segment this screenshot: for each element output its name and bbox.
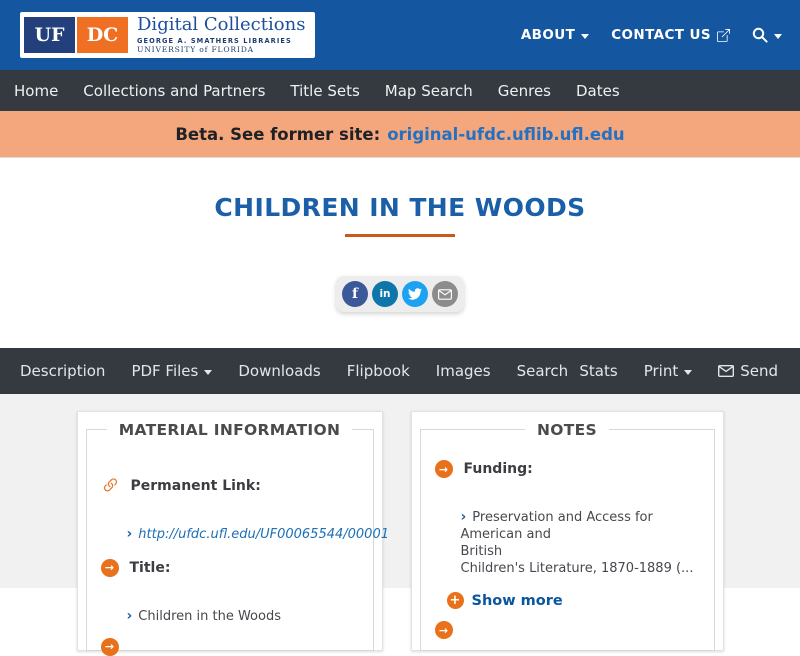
material-information-card: MATERIAL INFORMATION Permanent Link: › ht… — [76, 411, 389, 656]
logo-title: Digital Collections — [137, 13, 306, 35]
facebook-share-button[interactable]: f — [342, 281, 368, 307]
arrow-circle-icon: → — [100, 558, 119, 577]
ufdc-logo[interactable]: UF DC Digital Collections GEORGE A. SMAT… — [20, 12, 316, 58]
search-menu[interactable] — [752, 27, 782, 43]
search-icon — [752, 27, 768, 43]
contact-us-link[interactable]: CONTACT US — [611, 27, 730, 43]
title-section: CHILDREN IN THE WOODS f in — [0, 158, 800, 348]
beta-banner-text: Beta. See former site: — [175, 124, 381, 144]
twitter-share-button[interactable] — [402, 281, 428, 307]
envelope-icon — [438, 288, 452, 300]
funding-label: Funding: — [463, 461, 533, 477]
funding-value: Preservation and Access for American and… — [460, 509, 694, 576]
send-button[interactable]: Send — [718, 362, 778, 380]
stats-button[interactable]: Stats — [579, 362, 617, 380]
chain-link-icon — [101, 476, 120, 495]
print-menu[interactable]: Print — [644, 362, 693, 380]
content-area: MATERIAL INFORMATION Permanent Link: › ht… — [0, 394, 800, 656]
arrow-circle-icon: → — [434, 621, 453, 640]
site-header: UF DC Digital Collections GEORGE A. SMAT… — [0, 0, 800, 70]
toolbar-right-group: Stats Print Send — [579, 362, 778, 380]
title-value: Children in the Woods — [138, 608, 281, 624]
tab-description[interactable]: Description — [20, 362, 105, 380]
nav-item-map-search[interactable]: Map Search — [385, 82, 473, 100]
material-information-panel: MATERIAL INFORMATION Permanent Link: › ht… — [85, 421, 389, 656]
permanent-link-value-row: › http://ufdc.ufl.edu/UF00065544/00001 — [101, 508, 390, 544]
toolbar-left-group: Description PDF Files Downloads Flipbook… — [20, 362, 568, 380]
title-value-row: › Children in the Woods — [101, 590, 363, 626]
external-link-icon — [717, 28, 730, 42]
former-site-link[interactable]: original-ufdc.uflib.ufl.edu — [387, 125, 624, 144]
social-share-bar: f in — [336, 276, 464, 312]
nav-item-title-sets[interactable]: Title Sets — [290, 82, 359, 100]
nav-item-collections-partners[interactable]: Collections and Partners — [83, 82, 265, 100]
notes-heading: NOTES — [421, 420, 714, 439]
caret-down-icon — [684, 369, 693, 375]
plus-circle-icon: + — [446, 592, 464, 610]
caret-down-icon — [204, 369, 213, 375]
beta-banner: Beta. See former site: original-ufdc.ufl… — [0, 111, 800, 158]
material-information-legend: MATERIAL INFORMATION — [106, 421, 353, 439]
notes-card: NOTES → Funding: › Preservation and Acces… — [410, 411, 724, 651]
caret-down-icon — [581, 33, 590, 39]
permanent-link-label-row: Permanent Link: — [101, 476, 363, 495]
twitter-bird-icon — [408, 287, 422, 301]
tab-pdf-files[interactable]: PDF Files — [131, 362, 213, 380]
pdf-files-label: PDF Files — [131, 362, 199, 380]
notes-legend: NOTES — [525, 421, 609, 439]
page-title: CHILDREN IN THE WOODS — [214, 193, 586, 222]
chevron-right-icon: › — [126, 525, 133, 542]
linkedin-share-button[interactable]: in — [372, 281, 398, 307]
tab-search[interactable]: Search — [517, 362, 569, 380]
logo-subtitle-libraries: GEORGE A. SMATHERS LIBRARIES — [137, 36, 292, 45]
contact-label: CONTACT US — [611, 27, 711, 43]
permanent-link-label: Permanent Link: — [130, 477, 261, 494]
nav-item-home[interactable]: Home — [14, 82, 58, 100]
arrow-circle-icon: → — [434, 460, 453, 478]
next-field-row-clipped: → — [434, 621, 704, 640]
caret-down-icon — [774, 33, 782, 39]
print-label: Print — [643, 362, 679, 380]
about-menu[interactable]: ABOUT — [520, 27, 590, 43]
chevron-right-icon: › — [126, 607, 133, 624]
logo-text: Digital Collections GEORGE A. SMATHERS L… — [137, 13, 306, 55]
notes-body: → Funding: › Preservation and Access for … — [421, 430, 714, 640]
show-more-label: Show more — [471, 592, 563, 609]
title-label: Title: — [129, 559, 171, 576]
logo-subtitle-university: UNIVERSITY of FLORIDA — [137, 45, 254, 55]
tab-downloads[interactable]: Downloads — [238, 362, 320, 380]
arrow-circle-icon: → — [100, 637, 119, 656]
funding-label-row: → Funding: — [434, 460, 704, 478]
material-information-body: Permanent Link: › http://ufdc.ufl.edu/UF0… — [87, 430, 390, 656]
dc-logo-tile: DC — [77, 17, 128, 53]
tab-images[interactable]: Images — [436, 362, 491, 380]
show-more-button[interactable]: + Show more — [435, 592, 704, 610]
main-nav: Home Collections and Partners Title Sets… — [0, 70, 800, 111]
header-menu: ABOUT CONTACT US — [521, 27, 782, 43]
envelope-icon — [718, 365, 735, 377]
notes-panel: NOTES → Funding: › Preservation and Acces… — [419, 421, 715, 651]
nav-item-genres[interactable]: Genres — [498, 82, 551, 100]
about-label: ABOUT — [520, 27, 576, 43]
item-toolbar: Description PDF Files Downloads Flipbook… — [0, 348, 800, 394]
send-label: Send — [740, 362, 778, 380]
permanent-link-url[interactable]: http://ufdc.ufl.edu/UF00065544/00001 — [138, 527, 389, 542]
chevron-right-icon: › — [460, 508, 467, 525]
next-field-row-clipped: → — [100, 637, 363, 656]
uf-logo-tile: UF — [24, 17, 75, 53]
funding-value-row: › Preservation and Access for American an… — [435, 491, 704, 577]
nav-item-dates[interactable]: Dates — [576, 82, 620, 100]
email-share-button[interactable] — [432, 281, 458, 307]
title-divider — [345, 234, 455, 237]
title-label-row: → Title: — [100, 558, 363, 577]
tab-flipbook[interactable]: Flipbook — [347, 362, 410, 380]
material-information-heading: MATERIAL INFORMATION — [87, 420, 373, 439]
